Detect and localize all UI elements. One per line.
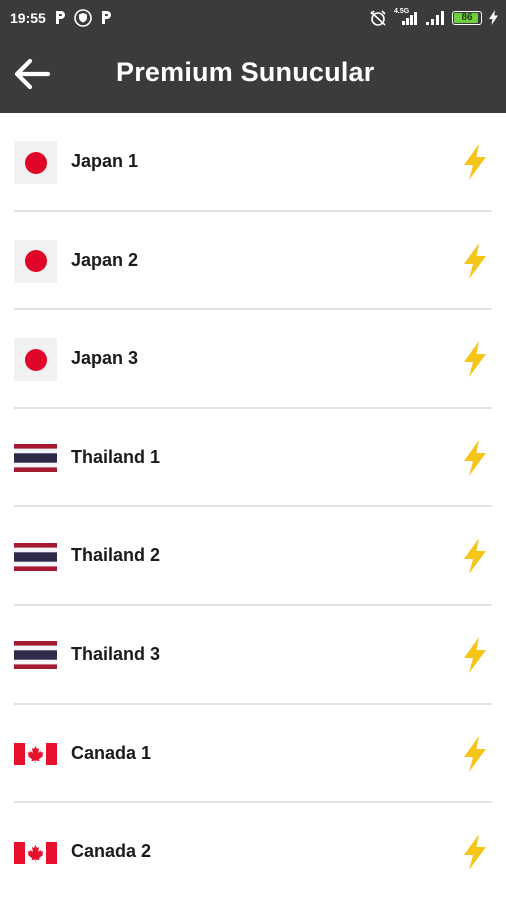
arrow-left-icon — [14, 58, 51, 90]
lightning-bolt-icon — [464, 144, 486, 180]
thailand-flag-icon — [14, 535, 57, 578]
lightning-bolt-icon — [464, 242, 486, 279]
charging-icon — [489, 10, 498, 25]
p-notification-icon — [100, 10, 112, 25]
lightning-bolt-icon — [464, 439, 486, 476]
server-item-japan-1[interactable]: Japan 1 — [14, 113, 492, 212]
signal-icon — [425, 10, 445, 26]
server-item-japan-3[interactable]: Japan 3 — [14, 310, 492, 409]
japan-flag-icon — [14, 141, 57, 184]
server-name: Thailand 2 — [71, 545, 161, 566]
battery-icon: 86 — [452, 10, 482, 25]
japan-flag-icon — [14, 239, 57, 283]
server-item-canada-2[interactable]: Canada 2 — [14, 803, 492, 900]
thailand-flag-icon — [14, 437, 57, 480]
server-name: Canada 1 — [71, 742, 152, 763]
japan-flag-icon — [14, 338, 57, 382]
lightning-bolt-icon — [464, 341, 486, 378]
status-bar: 19:55 4.5G 86 — [0, 0, 506, 35]
lightning-bolt-icon — [464, 538, 486, 575]
server-item-canada-1[interactable]: Canada 1 — [14, 705, 492, 804]
status-time: 19:55 — [10, 9, 46, 26]
alarm-off-icon — [369, 9, 387, 27]
server-item-japan-2[interactable]: Japan 2 — [14, 212, 492, 311]
page-title: Premium Sunucular — [116, 57, 375, 87]
p-notification-icon — [54, 10, 66, 25]
status-left: 19:55 — [10, 8, 112, 27]
server-list: Japan 1 Japan 2 Japan 3 Thailand 1 Thail… — [0, 113, 506, 900]
server-name: Japan 1 — [71, 151, 139, 171]
server-name: Thailand 1 — [71, 446, 161, 467]
server-item-thailand-2[interactable]: Thailand 2 — [14, 507, 492, 606]
server-name: Japan 3 — [71, 348, 139, 369]
server-name: Thailand 3 — [71, 643, 161, 664]
status-right: 4.5G 86 — [369, 7, 498, 27]
lightning-bolt-icon — [464, 834, 486, 871]
shield-icon — [74, 8, 92, 27]
back-button[interactable] — [12, 56, 52, 92]
server-item-thailand-3[interactable]: Thailand 3 — [14, 606, 492, 705]
thailand-flag-icon — [14, 634, 57, 677]
canada-flag-icon — [14, 733, 57, 776]
app-bar: Premium Sunucular — [0, 35, 506, 113]
server-item-thailand-1[interactable]: Thailand 1 — [14, 409, 492, 508]
server-name: Canada 2 — [71, 841, 152, 862]
canada-flag-icon — [14, 831, 57, 874]
server-name: Japan 2 — [71, 249, 139, 270]
network-label: 4.5G — [394, 7, 410, 15]
lightning-bolt-icon — [464, 735, 486, 772]
lightning-bolt-icon — [464, 636, 486, 673]
battery-level: 86 — [461, 12, 473, 23]
signal-4g-icon: 4.5G — [394, 7, 418, 27]
